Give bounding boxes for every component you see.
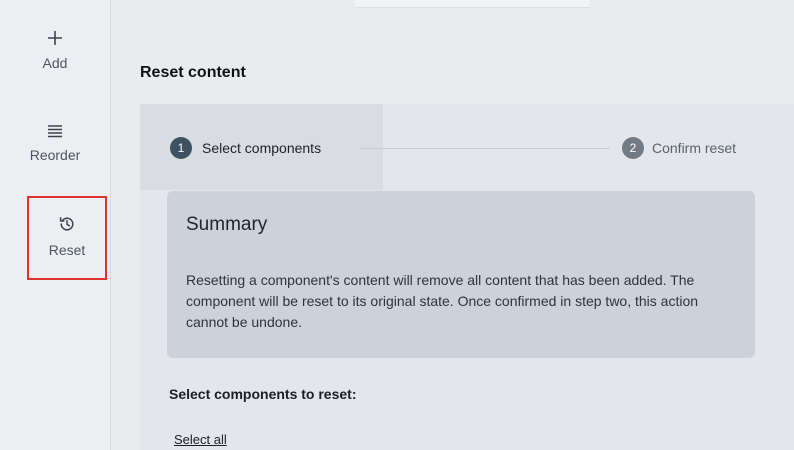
step-select-components[interactable]: 1 Select components [170, 137, 321, 159]
step-label: Confirm reset [652, 140, 737, 156]
list-icon [47, 124, 63, 141]
top-tab-strip [355, 0, 590, 8]
page-title: Reset content [140, 64, 246, 81]
stepper-connector [360, 148, 610, 149]
sidebar-item-label: Reorder [29, 147, 81, 163]
sidebar-item-reorder[interactable]: Reorder [0, 124, 110, 163]
summary-card: Summary Resetting a component's content … [167, 191, 755, 358]
sidebar-item-label: Add [42, 55, 68, 71]
summary-text: Resetting a component's content will rem… [186, 272, 699, 330]
summary-title: Summary [186, 214, 268, 235]
step-label: Select components [202, 140, 322, 156]
sidebar-item-add[interactable]: Add [0, 30, 110, 71]
step-number-badge: 1 [170, 137, 192, 159]
sidebar: Add Reorder Reset [0, 0, 111, 450]
sidebar-item-label: Reset [48, 241, 86, 258]
history-icon [58, 215, 76, 236]
step-number-badge: 2 [622, 137, 644, 159]
plus-icon [47, 30, 63, 49]
sidebar-item-reset[interactable]: Reset [27, 196, 107, 280]
step-confirm-reset[interactable]: 2 Confirm reset [622, 137, 736, 159]
select-all-link[interactable]: Select all [174, 432, 227, 447]
select-components-label: Select components to reset: [169, 386, 357, 402]
